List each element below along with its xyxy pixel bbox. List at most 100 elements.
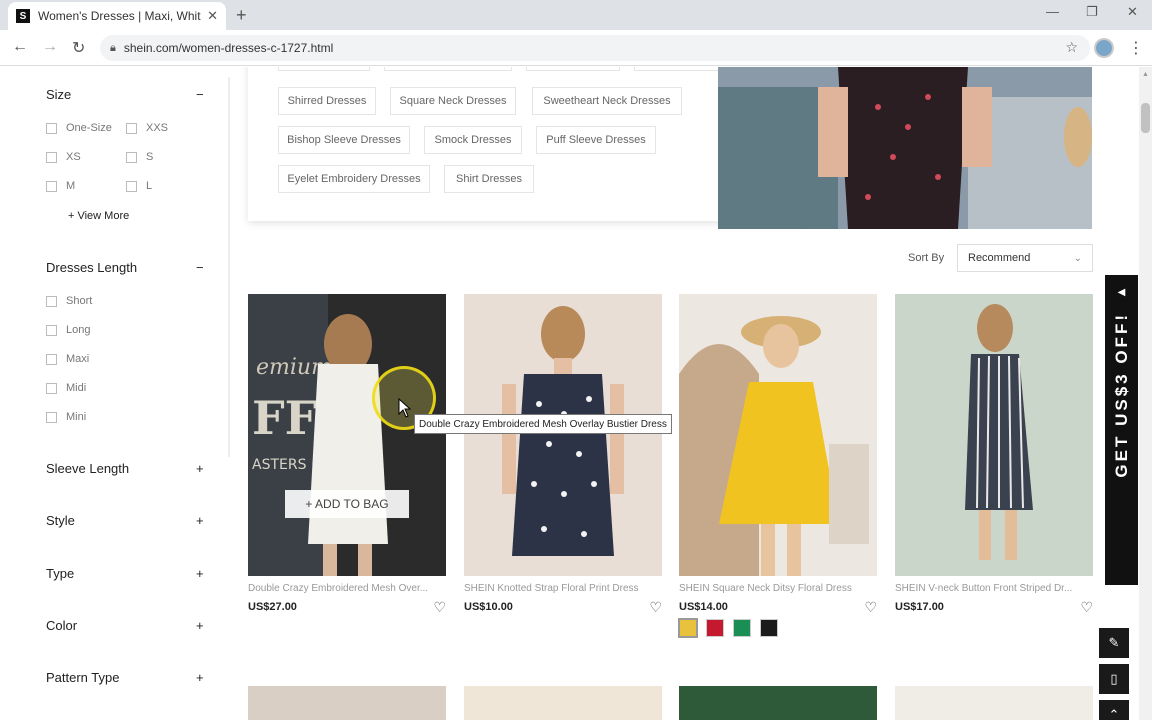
product-card-row2[interactable]	[679, 686, 877, 720]
new-tab-button[interactable]: +	[236, 5, 247, 26]
checkbox[interactable]	[46, 382, 57, 394]
back-icon[interactable]: ←	[12, 38, 28, 56]
url-field[interactable]: 🔒︎ shein.com/women-dresses-c-1727.html ☆	[100, 35, 1090, 61]
tag-chip[interactable]: Smock Dresses	[424, 126, 522, 154]
product-photo	[895, 294, 1093, 576]
checkbox[interactable]	[126, 180, 137, 192]
product-name[interactable]: Double Crazy Embroidered Mesh Over...	[248, 583, 438, 594]
facet-title-dresses-length[interactable]: Dresses Length	[46, 260, 137, 275]
checkbox[interactable]	[46, 295, 57, 307]
lock-icon: 🔒︎	[110, 41, 116, 54]
product-image[interactable]	[895, 294, 1093, 576]
product-image[interactable]: emium FFE ASTERS ★ + ADD TO BAG	[248, 294, 446, 576]
facet-title-style[interactable]: Style	[46, 513, 75, 528]
product-name[interactable]: SHEIN V-neck Button Front Striped Dr...	[895, 583, 1085, 594]
length-option-long[interactable]: Long	[46, 324, 90, 336]
product-card-row2[interactable]	[895, 686, 1093, 720]
facet-title-type[interactable]: Type	[46, 566, 74, 581]
sort-by-select[interactable]: Recommend ⌄	[957, 244, 1093, 272]
forward-icon[interactable]: →	[42, 38, 58, 56]
tag-chip[interactable]: Shirt Dresses	[444, 165, 534, 193]
browser-tab[interactable]: S Women's Dresses | Maxi, White, C ✕	[8, 2, 226, 30]
product-card[interactable]: SHEIN Square Neck Ditsy Floral Dress US$…	[678, 294, 877, 638]
scroll-up-arrow-icon[interactable]: ▲	[1142, 71, 1149, 78]
product-image[interactable]	[464, 294, 662, 576]
promo-side-tab[interactable]: ◀ GET US$3 OFF!	[1105, 275, 1138, 585]
product-card[interactable]: emium FFE ASTERS ★ + ADD TO BAG Double C…	[248, 294, 446, 616]
page-scrollbar[interactable]: ▲	[1139, 67, 1152, 720]
wishlist-heart-icon[interactable]: ♡	[649, 599, 662, 616]
length-option-mini[interactable]: Mini	[46, 411, 86, 423]
facet-title-size[interactable]: Size	[46, 87, 71, 102]
facet-title-sleeve-length[interactable]: Sleeve Length	[46, 461, 129, 476]
size-option-s[interactable]: S	[126, 151, 153, 163]
close-window-icon[interactable]: ✕	[1127, 4, 1138, 20]
restore-icon[interactable]: ❐	[1086, 4, 1098, 20]
facet-expand-style[interactable]: +	[196, 513, 204, 528]
tag-chip-hidden[interactable]	[384, 67, 512, 71]
color-swatch-yellow[interactable]	[678, 618, 698, 638]
facet-expand-pattern-type[interactable]: +	[196, 670, 204, 685]
close-tab-icon[interactable]: ✕	[207, 8, 218, 24]
size-option-l[interactable]: L	[126, 180, 152, 192]
scrollbar-thumb[interactable]	[1141, 103, 1150, 133]
color-swatch-black[interactable]	[760, 619, 778, 637]
bookmark-star-icon[interactable]: ☆	[1065, 39, 1078, 56]
checkbox[interactable]	[126, 122, 137, 134]
tag-chip-hidden[interactable]	[526, 67, 620, 71]
size-option-m[interactable]: M	[46, 180, 75, 192]
color-swatch-red[interactable]	[706, 619, 724, 637]
checkbox[interactable]	[46, 151, 57, 163]
minimize-icon[interactable]: —	[1046, 4, 1059, 19]
length-option-midi[interactable]: Midi	[46, 382, 86, 394]
tag-chip[interactable]: Shirred Dresses	[278, 87, 376, 115]
size-option-one-size[interactable]: One-Size	[46, 122, 112, 134]
checkbox[interactable]	[126, 151, 137, 163]
facet-collapse-size[interactable]: −	[196, 87, 204, 102]
tag-chip[interactable]: Square Neck Dresses	[390, 87, 516, 115]
product-card[interactable]: SHEIN Knotted Strap Floral Print Dress U…	[464, 294, 662, 616]
product-card-row2[interactable]	[464, 686, 662, 720]
product-name[interactable]: SHEIN Knotted Strap Floral Print Dress	[464, 583, 654, 594]
view-more-link[interactable]: + View More	[68, 210, 129, 222]
product-image[interactable]	[679, 294, 877, 576]
facet-expand-sleeve-length[interactable]: +	[196, 461, 204, 476]
size-option-xs[interactable]: XS	[46, 151, 81, 163]
wishlist-heart-icon[interactable]: ♡	[1080, 599, 1093, 616]
checkbox[interactable]	[46, 324, 57, 336]
facet-collapse-dresses-length[interactable]: −	[196, 260, 204, 275]
length-option-short[interactable]: Short	[46, 295, 92, 307]
checkbox[interactable]	[46, 180, 57, 192]
sidebar-divider	[228, 77, 230, 457]
tag-chip[interactable]: Sweetheart Neck Dresses	[532, 87, 682, 115]
edit-feedback-icon[interactable]: ✎	[1099, 628, 1129, 658]
wishlist-heart-icon[interactable]: ♡	[864, 599, 877, 616]
wishlist-heart-icon[interactable]: ♡	[433, 599, 446, 616]
facet-title-color[interactable]: Color	[46, 618, 77, 633]
size-option-xxs[interactable]: XXS	[126, 122, 168, 134]
profile-avatar[interactable]	[1094, 38, 1114, 58]
back-to-top-icon[interactable]: ⌃	[1099, 700, 1129, 720]
checkbox[interactable]	[46, 122, 57, 134]
collapse-arrow-icon[interactable]: ◀	[1118, 287, 1126, 298]
tag-chip-hidden[interactable]	[278, 67, 370, 71]
facet-expand-color[interactable]: +	[196, 618, 204, 633]
tag-chip[interactable]: Eyelet Embroidery Dresses	[278, 165, 430, 193]
product-name[interactable]: SHEIN Square Neck Ditsy Floral Dress	[679, 583, 869, 594]
color-swatch-green[interactable]	[733, 619, 751, 637]
checkbox[interactable]	[46, 411, 57, 423]
checkbox[interactable]	[46, 353, 57, 365]
length-option-maxi[interactable]: Maxi	[46, 353, 89, 365]
tag-chip[interactable]: Puff Sleeve Dresses	[536, 126, 656, 154]
sort-by-label: Sort By	[908, 252, 945, 264]
facet-expand-type[interactable]: +	[196, 566, 204, 581]
tag-chip[interactable]: Bishop Sleeve Dresses	[278, 126, 410, 154]
reload-icon[interactable]: ↻	[72, 38, 85, 58]
phone-app-icon[interactable]: ▯	[1099, 664, 1129, 694]
add-to-bag-button[interactable]: + ADD TO BAG	[285, 490, 409, 518]
browser-menu-icon[interactable]: ⋮	[1128, 38, 1144, 58]
product-card[interactable]: SHEIN V-neck Button Front Striped Dr... …	[895, 294, 1093, 616]
promo-banner-image[interactable]	[718, 67, 1092, 229]
facet-title-pattern-type[interactable]: Pattern Type	[46, 670, 119, 685]
product-card-row2[interactable]	[248, 686, 446, 720]
